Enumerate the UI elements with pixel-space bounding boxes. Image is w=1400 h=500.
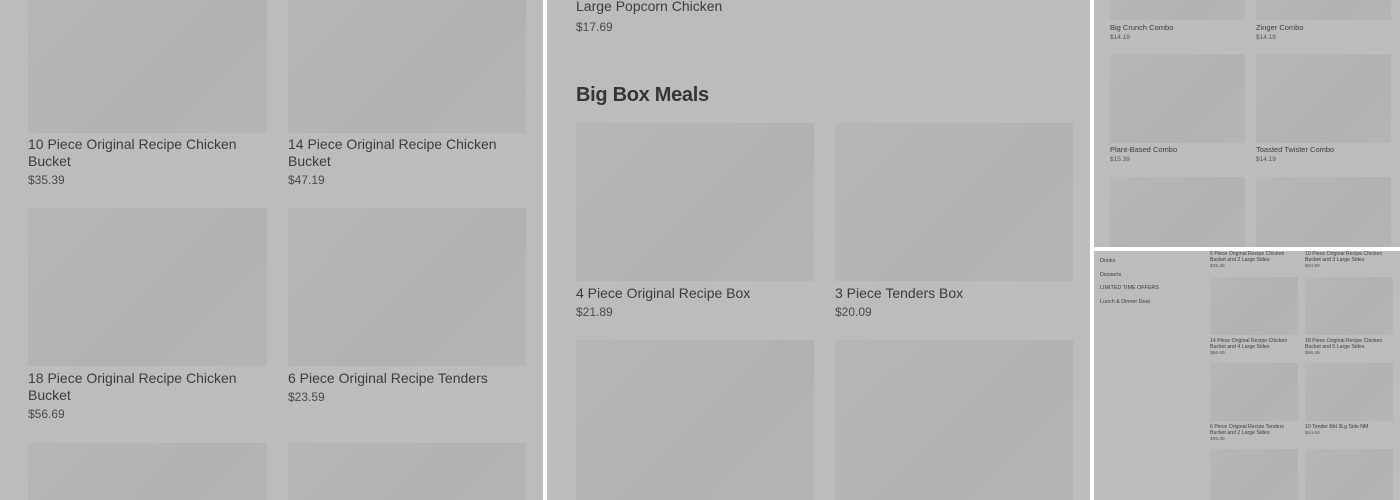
item-price: $14.19 xyxy=(1256,156,1276,163)
item-image-5[interactable] xyxy=(1110,177,1245,247)
item-image-4[interactable] xyxy=(835,340,1073,500)
item-image-1[interactable] xyxy=(576,123,814,281)
sidebar-item-lunch-dinner-deal[interactable]: Lunch & Dinner Deal xyxy=(1100,299,1150,305)
sidebar-item-limited-time-offers[interactable]: LIMITED TIME OFFERS xyxy=(1100,285,1159,291)
menu-panel-buckets: 10 Piece Original Recipe Chicken Bucket … xyxy=(0,0,543,500)
item-name[interactable]: 6 Piece Original Recipe Tenders xyxy=(288,370,518,387)
item-image-5[interactable] xyxy=(1210,363,1298,421)
menu-panel-combos: Big Crunch Combo $14.19 Zinger Combo $14… xyxy=(1094,0,1400,247)
item-name[interactable]: 14 Piece Original Recipe Chicken Bucket … xyxy=(1210,338,1298,350)
item-price: $47.19 xyxy=(288,173,325,187)
item-name[interactable]: Toasted Twister Combo xyxy=(1256,145,1334,154)
item-name[interactable]: 4 Piece Original Recipe Box xyxy=(576,285,750,302)
item-price: $14.19 xyxy=(1256,34,1276,41)
item-image-3[interactable] xyxy=(576,340,814,500)
menu-panel-big-box-meals: Large Popcorn Chicken $17.69 Big Box Mea… xyxy=(547,0,1090,500)
item-price: $35.39 xyxy=(28,173,65,187)
item-image-3[interactable] xyxy=(1110,54,1245,143)
item-name[interactable]: 10 Piece Original Recipe Chicken Bucket xyxy=(28,136,258,170)
item-image-2[interactable] xyxy=(835,123,1073,281)
section-title: Big Box Meals xyxy=(576,84,709,106)
item-image-2[interactable] xyxy=(1256,0,1391,20)
item-image-6[interactable] xyxy=(1305,363,1393,421)
menu-panel-bucket-meals: Drinks Desserts LIMITED TIME OFFERS Lunc… xyxy=(1094,251,1400,500)
item-name[interactable]: 6 Piece Original Recipe Tenders Bucket a… xyxy=(1210,424,1298,436)
item-name[interactable]: 18 Piece Original Recipe Chicken Bucket … xyxy=(1305,338,1393,350)
item-name[interactable]: 14 Piece Original Recipe Chicken Bucket xyxy=(288,136,518,170)
item-image-6[interactable] xyxy=(1256,177,1391,247)
item-image-3[interactable] xyxy=(1210,277,1298,335)
item-price: $20.09 xyxy=(835,305,872,319)
sidebar-item-desserts[interactable]: Desserts xyxy=(1100,272,1121,278)
item-name[interactable]: 18 Piece Original Recipe Chicken Bucket xyxy=(28,370,258,404)
item-price: $23.59 xyxy=(288,390,325,404)
item-name[interactable]: Big Crunch Combo xyxy=(1110,23,1173,32)
item-price: $56.69 xyxy=(28,407,65,421)
item-image-3[interactable] xyxy=(28,208,267,366)
item-price: $44.69 xyxy=(1305,264,1320,269)
sidebar-item-drinks[interactable]: Drinks xyxy=(1100,258,1115,264)
item-image-6[interactable] xyxy=(288,443,526,500)
item-price: $35.39 xyxy=(1210,437,1225,442)
item-image-4[interactable] xyxy=(288,208,526,366)
item-image-1[interactable] xyxy=(28,0,267,133)
item-name[interactable]: 10 Tender Bkt 3Lg Side NM xyxy=(1305,424,1393,430)
item-price: $68.49 xyxy=(1305,351,1320,356)
item-image-1[interactable] xyxy=(1110,0,1245,20)
item-name[interactable]: Large Popcorn Chicken xyxy=(576,0,722,15)
item-image-2[interactable] xyxy=(288,0,526,133)
item-price: $35.39 xyxy=(1210,264,1225,269)
item-price: $44.69 xyxy=(1305,431,1320,436)
item-name[interactable]: 3 Piece Tenders Box xyxy=(835,285,963,302)
item-name[interactable]: 6 Piece Original Recipe Chicken Bucket a… xyxy=(1210,251,1298,263)
item-name[interactable]: Zinger Combo xyxy=(1256,23,1304,32)
item-image-4[interactable] xyxy=(1256,54,1391,143)
item-image-5[interactable] xyxy=(28,443,267,500)
item-price: $14.19 xyxy=(1110,34,1130,41)
item-price: $17.69 xyxy=(576,20,613,34)
item-name[interactable]: 10 Piece Original Recipe Chicken Bucket … xyxy=(1305,251,1393,263)
item-image-4[interactable] xyxy=(1305,277,1393,335)
item-image-7[interactable] xyxy=(1210,449,1298,500)
item-price: $56.69 xyxy=(1210,351,1225,356)
item-image-8[interactable] xyxy=(1305,449,1393,500)
item-price: $15.39 xyxy=(1110,156,1130,163)
item-price: $21.89 xyxy=(576,305,613,319)
item-name[interactable]: Plant-Based Combo xyxy=(1110,145,1177,154)
